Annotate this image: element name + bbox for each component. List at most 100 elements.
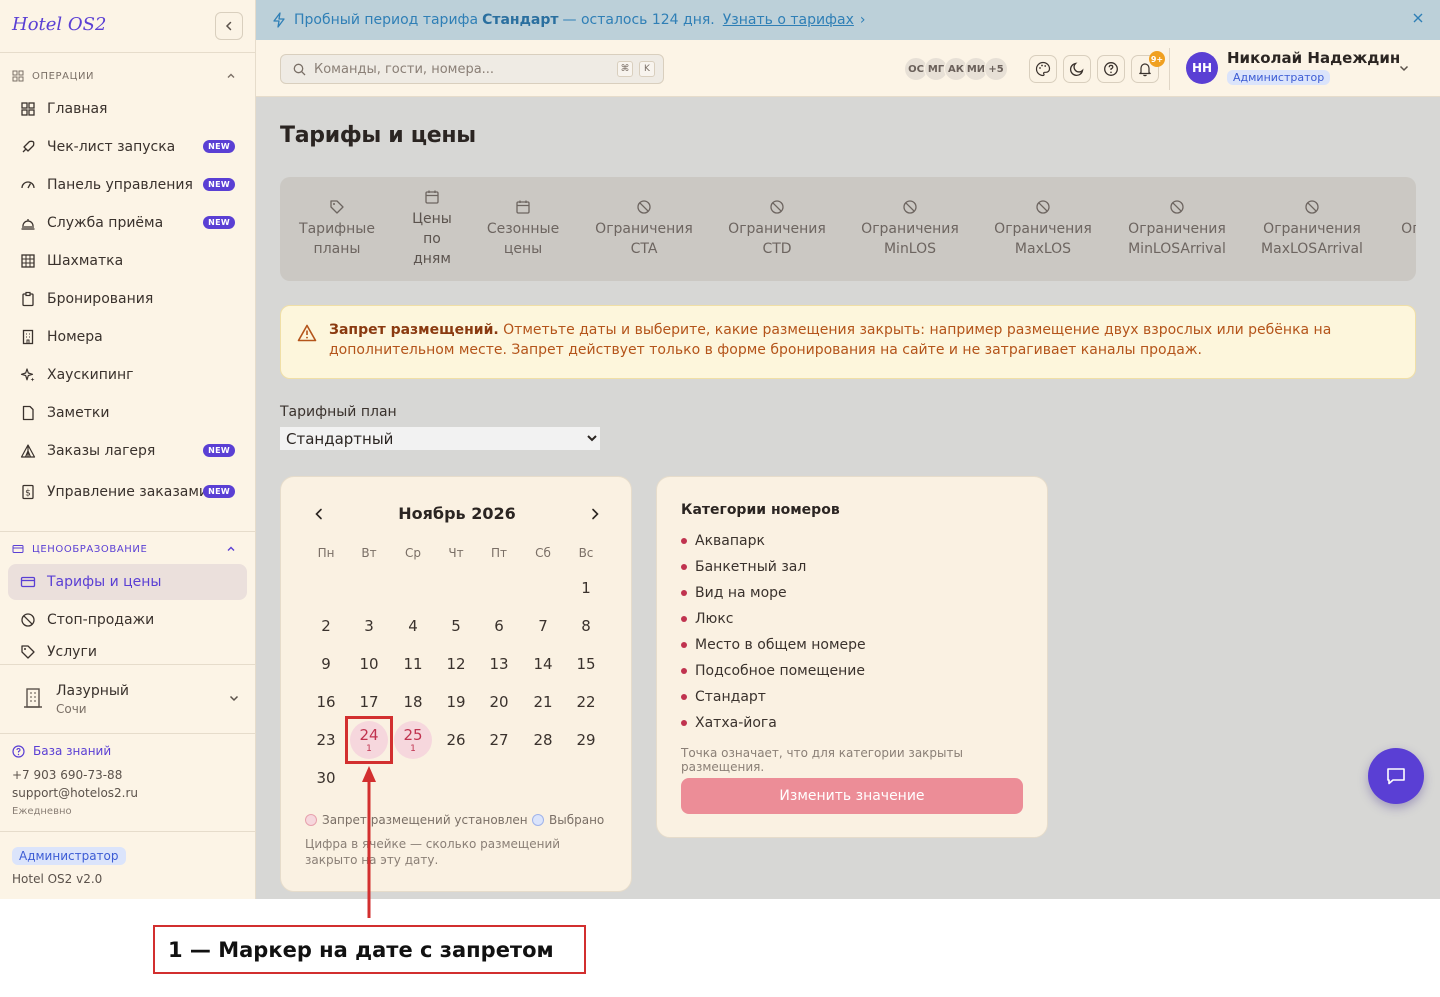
sidebar-item[interactable]: Номера <box>8 319 247 355</box>
dashboard-icon <box>12 70 24 82</box>
chevron-right-icon[interactable] <box>587 506 603 522</box>
online-users[interactable]: ОС МГ АК МИ +5 <box>904 57 1008 81</box>
calendar-day[interactable]: 27 <box>480 721 518 759</box>
chevron-up-icon <box>227 546 235 551</box>
day-number: 19 <box>446 693 466 711</box>
calendar-day[interactable]: 22 <box>567 683 605 721</box>
tag-icon <box>21 645 35 659</box>
notifications-button[interactable]: 9+ <box>1131 51 1165 83</box>
warning-icon <box>297 324 317 342</box>
calendar-day[interactable]: 8 <box>567 607 605 645</box>
calendar-day[interactable]: 12 <box>437 645 475 683</box>
calendar-day[interactable]: 1 <box>567 569 605 607</box>
nav-icon <box>20 253 36 269</box>
section-operations[interactable]: ОПЕРАЦИИ <box>12 68 244 84</box>
calendar-day[interactable]: 10 <box>350 645 388 683</box>
calendar-day[interactable]: 28 <box>524 721 562 759</box>
calendar-day[interactable]: 5 <box>437 607 475 645</box>
tab[interactable]: Ограничения CTA <box>574 177 714 281</box>
category-label: Хатха-йога <box>695 715 777 731</box>
calendar-day[interactable]: 21 <box>524 683 562 721</box>
calendar-day[interactable]: 7 <box>524 607 562 645</box>
calendar-day[interactable]: 19 <box>437 683 475 721</box>
collapse-sidebar-button[interactable] <box>215 12 243 40</box>
knowledge-base-link[interactable]: База знаний <box>12 744 111 758</box>
sidebar-item[interactable]: Чек-лист запуска NEW <box>8 129 247 165</box>
calendar-day[interactable]: 9 <box>307 645 345 683</box>
sidebar-item[interactable]: Служба приёма NEW <box>8 205 247 241</box>
user-role-badge: Администратор <box>1227 70 1331 85</box>
weekday-label: Вт <box>361 546 377 560</box>
sidebar-item[interactable]: Бронирования <box>8 281 247 317</box>
calendar-day[interactable]: 16 <box>307 683 345 721</box>
hotel-city: Сочи <box>56 702 87 716</box>
close-icon[interactable] <box>1412 12 1424 24</box>
sidebar-item[interactable]: $ Управление заказами NEW <box>8 470 247 514</box>
sidebar-item[interactable]: Заметки <box>8 395 247 431</box>
tab[interactable]: Ограничения MaxLOSArrival <box>1242 177 1382 281</box>
day-number: 5 <box>451 617 461 635</box>
change-value-button[interactable]: Изменить значение <box>681 778 1023 814</box>
chevron-down-icon <box>229 695 239 702</box>
sidebar-item[interactable]: Главная <box>8 91 247 127</box>
tab[interactable]: Тарифные планы <box>280 177 407 281</box>
tab-label-line: Ограничения <box>595 221 693 237</box>
tab[interactable]: Ограничения MinLOS <box>840 177 980 281</box>
support-schedule: Ежедневно <box>12 806 72 817</box>
help-button[interactable] <box>1097 55 1125 83</box>
support-phone[interactable]: +7 903 690-73-88 <box>12 768 122 782</box>
day-number: 6 <box>494 617 504 635</box>
calendar-day[interactable]: 18 <box>394 683 432 721</box>
calendar-day[interactable]: 23 <box>307 721 345 759</box>
calendar-day[interactable]: 20 <box>480 683 518 721</box>
calendar-day[interactable]: 26 <box>437 721 475 759</box>
ban-icon <box>1305 200 1319 214</box>
brand-logo[interactable]: Hotel OS2 <box>12 14 106 35</box>
chevron-down-icon[interactable] <box>1398 62 1410 74</box>
command-search[interactable]: ⌘ K <box>280 54 664 84</box>
category-item: Стандарт <box>681 689 766 705</box>
tariffs-link[interactable]: Узнать о тарифах <box>723 12 854 28</box>
tab[interactable]: Сезонные цены <box>453 177 593 281</box>
category-label: Подсобное помещение <box>695 663 866 679</box>
sidebar-item-label: Бронирования <box>47 291 154 307</box>
calendar-day[interactable]: 13 <box>480 645 518 683</box>
calendar-day[interactable]: 2 <box>307 607 345 645</box>
sidebar-item-label: Номера <box>47 329 103 345</box>
calendar-day[interactable]: 6 <box>480 607 518 645</box>
tab[interactable]: ОграниченияFullPa <box>1380 177 1416 281</box>
section-pricing[interactable]: ЦЕНООБРАЗОВАНИЕ <box>12 541 244 557</box>
tab-label-line: дням <box>413 251 451 267</box>
theme-palette-button[interactable] <box>1029 55 1057 83</box>
tab[interactable]: Ограничения CTD <box>707 177 847 281</box>
nav-icon <box>20 139 36 155</box>
user-name[interactable]: Николай Надеждин <box>1227 49 1400 67</box>
calendar-day[interactable]: 25 1 <box>394 721 432 759</box>
calendar-day[interactable]: 14 <box>524 645 562 683</box>
calendar-day[interactable]: 30 <box>307 759 345 797</box>
support-email[interactable]: support@hotelos2.ru <box>12 786 138 800</box>
calendar-day[interactable]: 4 <box>394 607 432 645</box>
sidebar-item[interactable]: Хаускипинг <box>8 357 247 393</box>
user-avatar[interactable]: НН <box>1186 52 1218 84</box>
hotel-switcher[interactable]: Лазурный Сочи <box>20 680 240 720</box>
more-users-count[interactable]: +5 <box>984 57 1008 81</box>
sidebar-item[interactable]: Панель управления NEW <box>8 167 247 203</box>
calendar-day[interactable]: 29 <box>567 721 605 759</box>
calendar-day[interactable]: 3 <box>350 607 388 645</box>
sidebar-item[interactable]: Услуги <box>8 640 247 664</box>
tab[interactable]: Ограничения MinLOSArrival <box>1107 177 1247 281</box>
tab[interactable]: Ограничения MaxLOS <box>973 177 1113 281</box>
calendar-day[interactable]: 15 <box>567 645 605 683</box>
day-number: 27 <box>489 731 509 749</box>
search-input[interactable] <box>314 61 594 77</box>
sidebar-item[interactable]: Стоп-продажи <box>8 602 247 638</box>
ban-icon <box>21 613 35 627</box>
sidebar-item[interactable]: Тарифы и цены <box>8 564 247 600</box>
dark-mode-button[interactable] <box>1063 55 1091 83</box>
chat-button[interactable] <box>1368 748 1424 804</box>
calendar-day[interactable]: 11 <box>394 645 432 683</box>
sidebar-item[interactable]: Заказы лагеря NEW <box>8 433 247 469</box>
plan-select[interactable]: Стандартный <box>280 427 600 450</box>
sidebar-item[interactable]: Шахматка <box>8 243 247 279</box>
